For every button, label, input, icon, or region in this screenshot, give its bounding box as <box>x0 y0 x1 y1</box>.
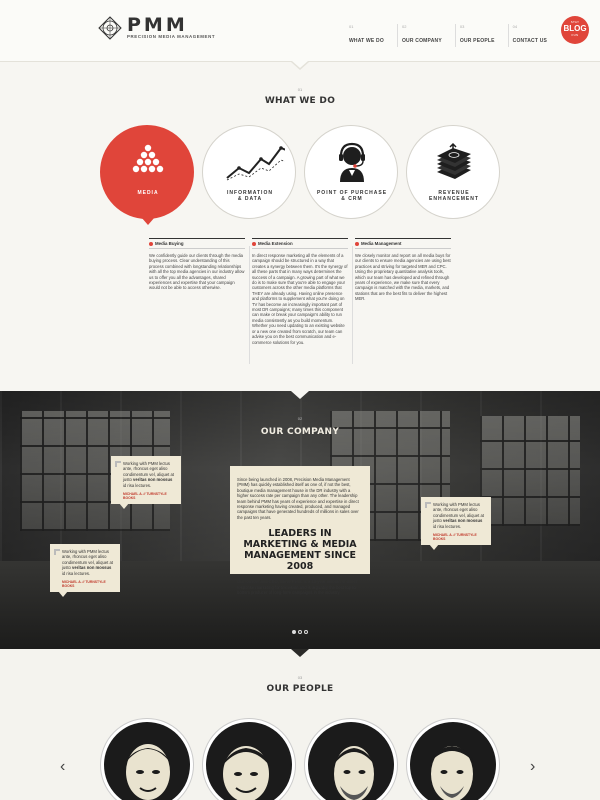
quote-tail: id risa lectures. <box>62 570 91 576</box>
portrait-illustration <box>222 746 270 800</box>
logo-mark-icon <box>98 16 122 40</box>
divider <box>249 246 250 364</box>
quote-emphasis: veritas non mossus <box>133 477 173 483</box>
feature-headline: LEADERS IN MARKETING & MEDIA MANAGEMENT … <box>243 528 357 573</box>
column-title: Media Management <box>361 241 402 246</box>
blog-badge-bottom: FUN <box>571 33 579 37</box>
portrait-illustration <box>126 744 170 800</box>
nav-num: 03 <box>459 24 465 29</box>
nav-our-company[interactable]: 02 OUR COMPANY <box>396 24 442 47</box>
testimonial-quote: Working with PMM lectus ante, rhoncus eg… <box>111 456 181 510</box>
blog-button[interactable]: STAY BLOG FUN <box>561 16 589 44</box>
column-header: Media Extension <box>252 238 348 249</box>
headset-person-icon <box>339 142 365 182</box>
bullet-dot-icon <box>355 241 359 246</box>
section-number: 02 <box>297 416 303 421</box>
section-number: 03 <box>297 675 303 680</box>
logo[interactable]: PMM PRECISION MEDIA MANAGEMENT <box>98 16 215 40</box>
service-label: INFORMATION & DATA <box>227 190 273 202</box>
blog-badge-label: BLOG <box>563 24 587 33</box>
pyramid-dots-icon <box>132 144 164 173</box>
column-title: Media Buying <box>155 241 184 246</box>
person-portrait <box>104 722 190 800</box>
quote-emphasis: veritas non mossus <box>443 518 483 524</box>
portrait-illustration <box>334 746 374 800</box>
column-header: Media Buying <box>149 238 245 249</box>
line-chart-icon <box>226 146 285 181</box>
column-header: Media Management <box>355 238 451 249</box>
person-portrait <box>308 722 394 800</box>
nav-label: CONTACT US <box>512 38 548 44</box>
nav-label: OUR COMPANY <box>401 38 442 44</box>
bullet-dot-icon <box>149 241 153 246</box>
section-title-what-we-do: WHAT WE DO <box>264 96 336 106</box>
quote-source: MICHAEL A. // TURNSTYLE BOOKS <box>62 580 106 589</box>
feature-outro: Our founder and CEO, Steve Peris, is a 1… <box>237 579 357 596</box>
quote-text: Working with PMM lectus ante, rhoncus eg… <box>62 549 114 576</box>
column-media-buying: Media Buying We confidently guide our cl… <box>149 238 245 291</box>
service-media[interactable]: MEDIA <box>100 125 194 225</box>
nav-label: WHAT WE DO <box>349 38 384 44</box>
carousel-dot[interactable] <box>304 630 308 634</box>
prev-arrow-icon[interactable]: ‹ <box>60 758 65 776</box>
service-information-data[interactable]: INFORMATION & DATA <box>202 125 296 219</box>
column-body: We confidently guide our clients through… <box>149 253 245 291</box>
bullet-dot-icon <box>252 241 256 246</box>
quote-source: MICHAEL A. // TURNSTYLE BOOKS <box>433 533 477 542</box>
section-title-our-company: OUR COMPANY <box>260 427 340 437</box>
quote-text: Working with PMM lectus ante, rhoncus eg… <box>123 461 175 488</box>
main-nav: 01 WHAT WE DO 02 OUR COMPANY 03 OUR PEOPLE … <box>349 24 560 47</box>
company-notch <box>291 391 309 399</box>
column-media-extension: Media Extension In direct response marke… <box>252 238 348 345</box>
feature-intro: Since being launched in 2008, Precision … <box>237 477 359 520</box>
service-revenue-enhancement[interactable]: REVENUE ENHANCEMENT <box>406 125 500 219</box>
testimonial-quote: Working with PMM lectus ante, rhoncus eg… <box>50 544 120 598</box>
nav-num: 01 <box>349 24 354 29</box>
testimonial-quote: Working with PMM lectus ante, rhoncus eg… <box>421 497 491 551</box>
company-feature-card: Since being launched in 2008, Precision … <box>230 466 370 595</box>
section-number: 01 <box>297 87 303 92</box>
quote-tail: id risa lectures. <box>433 523 462 529</box>
next-arrow-icon[interactable]: › <box>530 758 535 776</box>
service-label: POINT OF PURCHASE & CRM <box>316 190 388 202</box>
section-title-our-people: OUR PEOPLE <box>266 684 334 694</box>
quote-emphasis: veritas non mossus <box>72 565 112 571</box>
nav-num: 02 <box>401 24 407 29</box>
logo-subtitle: PRECISION MEDIA MANAGEMENT <box>127 34 216 39</box>
nav-what-we-do[interactable]: 01 WHAT WE DO <box>349 24 384 47</box>
column-title: Media Extension <box>258 241 293 246</box>
nav-contact-us[interactable]: 04 CONTACT US <box>507 24 548 47</box>
column-media-management: Media Management We closely monitor and … <box>355 238 451 302</box>
our-people-section <box>0 649 600 800</box>
column-body: We closely monitor and report on all med… <box>355 253 451 302</box>
divider <box>352 246 353 364</box>
column-body: In direct response marketing all the ele… <box>252 253 348 345</box>
carousel-dots <box>292 630 310 634</box>
logo-word: PMM <box>127 14 188 36</box>
nav-our-people[interactable]: 03 OUR PEOPLE <box>454 24 495 47</box>
quote-text: Working with PMM lectus ante, rhoncus eg… <box>433 502 485 529</box>
carousel-dot[interactable] <box>298 630 302 634</box>
money-stack-icon <box>437 142 471 179</box>
service-point-of-purchase[interactable]: POINT OF PURCHASE & CRM <box>304 125 398 219</box>
service-label: REVENUE ENHANCEMENT <box>429 190 479 202</box>
people-notch <box>291 649 309 657</box>
quote-source: MICHAEL A. // TURNSTYLE BOOKS <box>123 492 167 501</box>
site-header: PMM PRECISION MEDIA MANAGEMENT 01 WHAT WE… <box>0 0 600 62</box>
service-label: MEDIA <box>137 190 159 196</box>
person-portrait <box>410 722 496 800</box>
quote-tail: id risa lectures. <box>123 482 152 488</box>
person-portrait <box>206 722 292 800</box>
nav-label: OUR PEOPLE <box>459 38 495 44</box>
header-notch-fill <box>292 61 308 68</box>
nav-num: 04 <box>512 24 518 29</box>
carousel-dot[interactable] <box>292 630 296 634</box>
portrait-illustration <box>430 746 474 800</box>
